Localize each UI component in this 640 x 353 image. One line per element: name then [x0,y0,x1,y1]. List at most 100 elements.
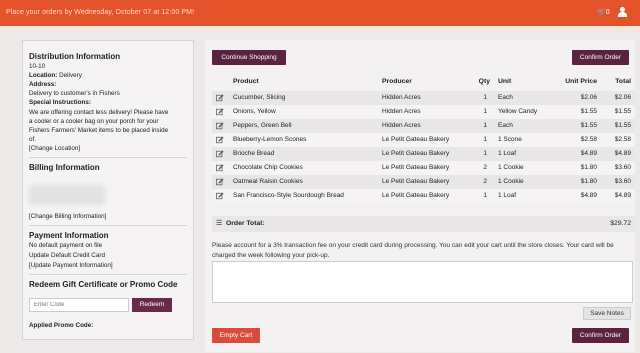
unit-price: $1.55 [580,122,597,129]
unit-price: $1.55 [580,108,597,115]
column-header: Qty [478,78,490,85]
list-icon: ☰ [216,220,223,227]
edit-icon[interactable] [216,150,224,158]
column-header: Producer [382,78,412,85]
divider [29,274,187,275]
update-payment-link[interactable]: [Update Payment Information] [29,262,113,269]
unit-value: Each [498,122,513,129]
payment-heading: Payment Information [29,231,109,240]
edit-icon[interactable] [216,136,224,144]
line-total: $4.89 [614,192,631,199]
unit-value: 1 Scone [498,136,522,143]
payment-notice: Please account for a 3% transaction fee … [212,242,614,259]
sidebar: Distribution Information 10-10 Location:… [22,40,194,340]
change-billing-link[interactable]: [Change Billing Information] [29,213,106,220]
table-row: Onions, Yellow Hidden Acres 1 Yellow Can… [212,105,635,119]
order-total-value: $29.72 [610,220,631,227]
instructions-line: Fishers Farmers' Market items to be plac… [29,127,169,134]
payment-default-text: No default payment on file [29,242,103,249]
product-name: San Francisco-Style Sourdough Bread [233,192,344,199]
divider [29,157,187,158]
product-name: Cucumber, Slicing [233,94,286,101]
address-value: Delivery to customer's in Fishers [29,90,120,97]
product-name: Chocolate Chip Cookies [233,164,303,171]
product-name: Brioche Bread [233,150,275,157]
producer-name: Le Petit Gateau Bakery [382,192,450,199]
instructions-label: Special Instructions: [29,99,91,106]
redeem-button[interactable]: Redeem [132,298,172,312]
unit-price: $1.80 [580,178,597,185]
line-total: $1.55 [614,108,631,115]
unit-value: Each [498,94,513,101]
unit-price: $2.06 [580,94,597,101]
edit-icon[interactable] [216,178,224,186]
location-value: Delivery [57,72,82,79]
line-total: $3.60 [614,178,631,185]
billing-address-redacted [29,185,105,205]
table-row: Oatmeal Raisin Cookies Le Petit Gateau B… [212,175,635,189]
order-notes-textarea[interactable] [212,261,633,303]
billing-heading: Billing Information [29,163,100,172]
product-name: Peppers, Green Bell [233,122,292,129]
table-row: San Francisco-Style Sourdough Bread Le P… [212,189,635,203]
producer-name: Le Petit Gateau Bakery [382,136,450,143]
edit-icon[interactable] [216,108,224,116]
cart-icon[interactable]: 🛒0 [597,8,610,16]
table-row: Blueberry-Lemon Scones Le Petit Gateau B… [212,133,635,147]
divider [29,225,187,226]
producer-name: Hidden Acres [382,122,421,129]
edit-icon[interactable] [216,122,224,130]
unit-value: 1 Cookie [498,178,524,185]
producer-name: Le Petit Gateau Bakery [382,164,450,171]
product-name: Oatmeal Raisin Cookies [233,178,303,185]
table-header: Product Producer Qty Unit Unit Price Tot… [212,78,635,90]
promo-heading: Redeem Gift Certificate or Promo Code [29,280,178,289]
continue-shopping-button[interactable]: Continue Shopping [212,50,286,65]
column-header: Product [233,78,259,85]
top-notification-bar: Place your orders by Wednesday, October … [0,0,640,26]
table-row: Cucumber, Slicing Hidden Acres 1 Each $2… [212,91,635,105]
table-row: Peppers, Green Bell Hidden Acres 1 Each … [212,119,635,133]
instructions-line: of. [29,136,37,143]
producer-name: Hidden Acres [382,108,421,115]
update-card-link[interactable]: Update Default Credit Card [29,252,105,259]
product-name: Blueberry-Lemon Scones [233,136,307,143]
distribution-code: 10-10 [29,63,46,70]
unit-price: $4.89 [580,192,597,199]
column-header: Unit Price [565,78,597,85]
unit-price: $2.58 [580,136,597,143]
unit-value: 1 Loaf [498,192,517,199]
qty-value: 2 [483,164,487,171]
producer-name: Le Petit Gateau Bakery [382,150,450,157]
line-total: $2.58 [614,136,631,143]
edit-icon[interactable] [216,94,224,102]
promo-code-input[interactable] [29,298,129,312]
table-row: Brioche Bread Le Petit Gateau Bakery 1 1… [212,147,635,161]
empty-cart-button[interactable]: Empty Cart [212,328,260,343]
order-total-label: Order Total: [226,220,265,227]
instructions-line: a cooler or a cooler bag on your porch f… [29,118,159,125]
qty-value: 1 [483,192,487,199]
qty-value: 1 [483,122,487,129]
confirm-order-button[interactable]: Confirm Order [572,50,629,65]
unit-value: 1 Loaf [498,150,517,157]
address-label: Address: [29,81,57,88]
confirm-order-bottom-button[interactable]: Confirm Order [572,328,629,343]
user-icon[interactable] [618,7,627,18]
order-deadline-message: Place your orders by Wednesday, October … [6,9,195,16]
change-location-link[interactable]: [Change Location] [29,145,80,152]
unit-price: $1.80 [580,164,597,171]
producer-name: Hidden Acres [382,94,421,101]
column-header: Unit [498,78,512,85]
line-total: $4.89 [614,150,631,157]
edit-icon[interactable] [216,164,224,172]
save-notes-button[interactable]: Save Notes [583,307,631,320]
distribution-heading: Distribution Information [29,52,121,61]
edit-icon[interactable] [216,192,224,200]
applied-promo-label: Applied Promo Code: [29,322,94,329]
location-line: Location: Delivery [29,72,82,79]
qty-value: 2 [483,178,487,185]
table-row: Chocolate Chip Cookies Le Petit Gateau B… [212,161,635,175]
unit-price: $4.89 [580,150,597,157]
line-total: $1.55 [614,122,631,129]
